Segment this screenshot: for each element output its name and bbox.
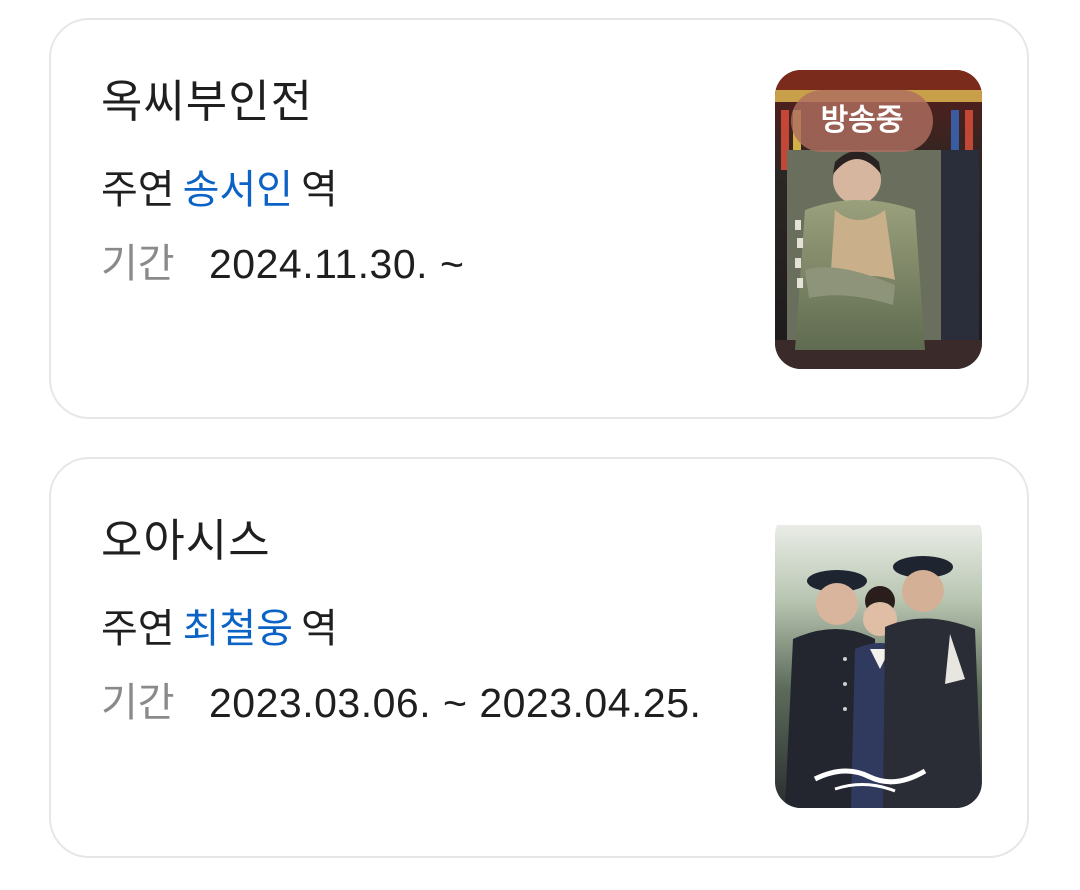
period-line: 기간 2023.03.06. ~ 2023.04.25. bbox=[101, 673, 741, 733]
role-prefix: 주연 bbox=[101, 167, 175, 213]
drama-poster-image[interactable]: 방송중 bbox=[775, 70, 982, 369]
role-line: 주연 최철웅 역 bbox=[101, 601, 338, 657]
period-line: 기간 2024.11.30. ~ bbox=[101, 234, 741, 294]
drama-card[interactable]: 옥씨부인전 주연 송서인 역 기간 2024.11.30. ~ 방송중 bbox=[49, 18, 1029, 419]
filmography-list: 옥씨부인전 주연 송서인 역 기간 2024.11.30. ~ 방송중 오아시스… bbox=[0, 0, 1080, 890]
drama-title[interactable]: 옥씨부인전 bbox=[101, 70, 313, 134]
role-suffix: 역 bbox=[301, 606, 338, 652]
drama-card[interactable]: 오아시스 주연 최철웅 역 기간 2023.03.06. ~ 2023.04.25. bbox=[49, 457, 1029, 858]
actor-link[interactable]: 최철웅 bbox=[183, 606, 293, 652]
drama-poster-image[interactable] bbox=[775, 509, 982, 808]
period-value: 2024.11.30. ~ bbox=[209, 241, 465, 287]
on-air-badge: 방송중 bbox=[791, 90, 933, 152]
period-label: 기간 bbox=[101, 680, 175, 726]
period-label: 기간 bbox=[101, 241, 175, 287]
period-value: 2023.03.06. ~ 2023.04.25. bbox=[209, 680, 702, 726]
role-prefix: 주연 bbox=[101, 606, 175, 652]
poster-art bbox=[775, 509, 982, 808]
role-suffix: 역 bbox=[301, 167, 338, 213]
actor-link[interactable]: 송서인 bbox=[183, 167, 293, 213]
role-line: 주연 송서인 역 bbox=[101, 162, 338, 218]
drama-title[interactable]: 오아시스 bbox=[101, 509, 271, 573]
